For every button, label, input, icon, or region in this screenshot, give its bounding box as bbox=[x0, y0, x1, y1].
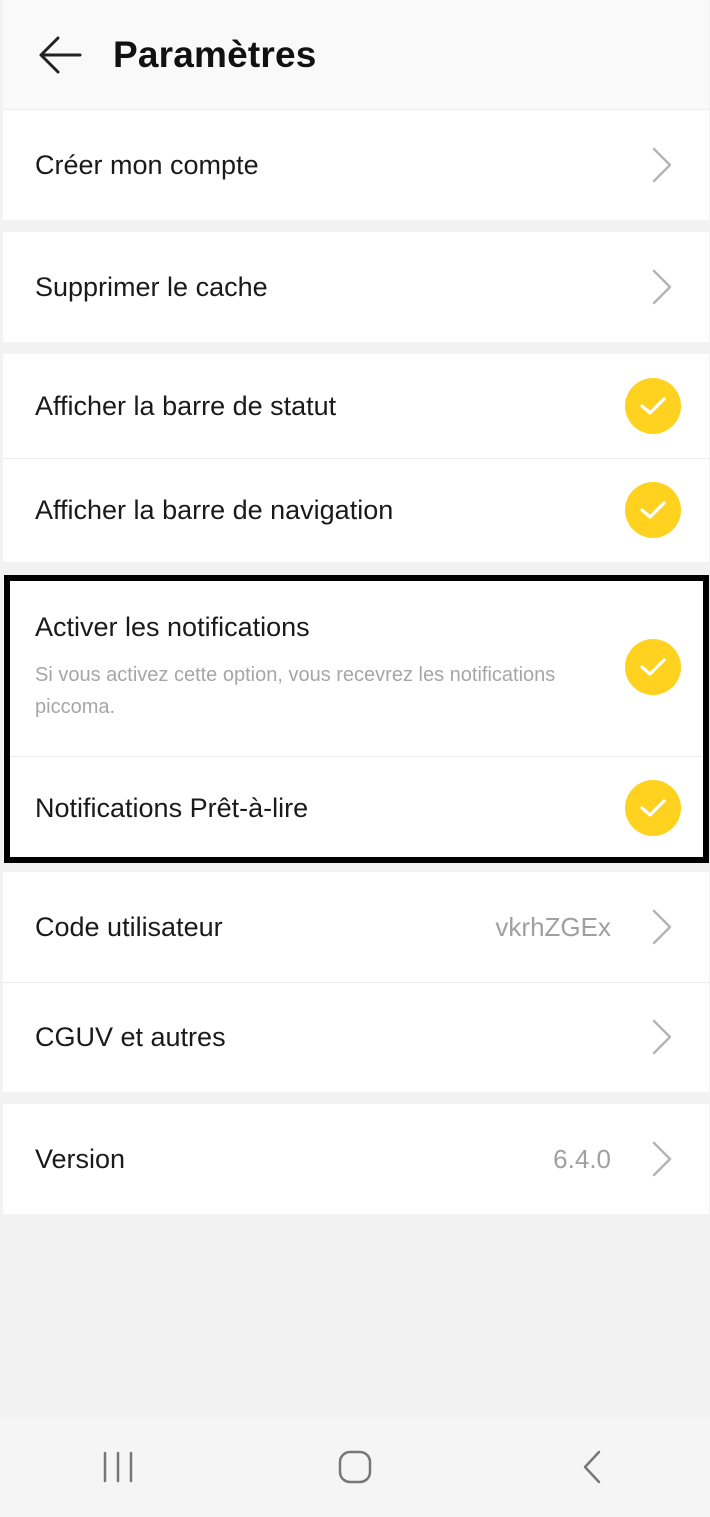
checkmark-icon bbox=[640, 799, 666, 817]
chevron-right-icon bbox=[652, 1019, 672, 1055]
chevron-right-icon bbox=[652, 269, 672, 305]
group-cache: Supprimer le cache bbox=[3, 232, 709, 342]
recent-apps-icon bbox=[104, 1451, 133, 1483]
group-divider bbox=[3, 1092, 709, 1104]
version-row[interactable]: Version 6.4.0 bbox=[3, 1104, 709, 1214]
page-title: Paramètres bbox=[113, 33, 317, 75]
status-bar-check-toggle[interactable] bbox=[625, 378, 681, 434]
arrow-left-icon bbox=[39, 36, 82, 73]
group-account: Créer mon compte bbox=[3, 110, 709, 220]
version-label: Version bbox=[35, 1143, 126, 1174]
system-back-button[interactable] bbox=[552, 1437, 632, 1497]
app-header: Paramètres bbox=[3, 0, 709, 110]
terms-label: CGUV et autres bbox=[35, 1021, 226, 1052]
group-notifications: Activer les notifications Si vous active… bbox=[3, 578, 709, 860]
version-value: 6.4.0 bbox=[553, 1143, 611, 1174]
chevron-right-icon bbox=[652, 909, 672, 945]
group-version: Version 6.4.0 bbox=[3, 1104, 709, 1214]
group-info: Code utilisateur vkrhZGEx CGUV et autres bbox=[3, 872, 709, 1092]
create-account-label: Créer mon compte bbox=[35, 149, 259, 180]
clear-cache-row[interactable]: Supprimer le cache bbox=[3, 232, 709, 342]
user-code-label: Code utilisateur bbox=[35, 911, 223, 942]
group-divider bbox=[3, 220, 709, 232]
show-status-bar-label: Afficher la barre de statut bbox=[35, 390, 337, 421]
show-status-bar-row[interactable]: Afficher la barre de statut bbox=[3, 354, 709, 458]
ready-to-read-check-toggle[interactable] bbox=[625, 780, 681, 836]
enable-notifications-label: Activer les notifications bbox=[35, 611, 310, 642]
group-divider bbox=[3, 342, 709, 354]
notifications-check-toggle[interactable] bbox=[625, 639, 681, 695]
enable-notifications-row[interactable]: Activer les notifications Si vous active… bbox=[3, 578, 709, 756]
enable-notifications-description: Si vous activez cette option, vous recev… bbox=[35, 663, 556, 718]
ready-to-read-row[interactable]: Notifications Prêt-à-lire bbox=[3, 756, 709, 860]
show-nav-bar-label: Afficher la barre de navigation bbox=[35, 494, 394, 525]
user-code-value: vkrhZGEx bbox=[495, 911, 611, 942]
system-navigation-bar bbox=[0, 1417, 710, 1517]
clear-cache-label: Supprimer le cache bbox=[35, 271, 268, 302]
group-divider bbox=[3, 562, 709, 578]
group-divider bbox=[3, 860, 709, 872]
chevron-right-icon bbox=[652, 1141, 672, 1177]
checkmark-icon bbox=[640, 397, 666, 415]
terms-row[interactable]: CGUV et autres bbox=[3, 982, 709, 1092]
chevron-right-icon bbox=[652, 147, 672, 183]
checkmark-icon bbox=[640, 658, 666, 676]
checkmark-icon bbox=[640, 501, 666, 519]
settings-page: Paramètres Créer mon compte Supprimer le… bbox=[3, 0, 709, 1517]
home-icon bbox=[338, 1450, 372, 1484]
back-button[interactable] bbox=[30, 25, 90, 85]
create-account-row[interactable]: Créer mon compte bbox=[3, 110, 709, 220]
nav-bar-check-toggle[interactable] bbox=[625, 482, 681, 538]
group-display: Afficher la barre de statut Afficher la … bbox=[3, 354, 709, 562]
user-code-row[interactable]: Code utilisateur vkrhZGEx bbox=[3, 872, 709, 982]
system-back-icon bbox=[583, 1450, 600, 1484]
show-nav-bar-row[interactable]: Afficher la barre de navigation bbox=[3, 458, 709, 562]
home-button[interactable] bbox=[315, 1437, 395, 1497]
recent-apps-button[interactable] bbox=[78, 1437, 158, 1497]
ready-to-read-label: Notifications Prêt-à-lire bbox=[35, 792, 309, 823]
